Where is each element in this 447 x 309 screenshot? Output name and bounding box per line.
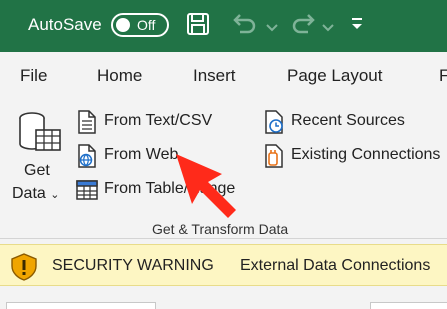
name-box[interactable] — [6, 302, 156, 309]
autosave-label: AutoSave — [28, 15, 102, 34]
toggle-knob — [116, 18, 130, 32]
get-data-label-line1: Get — [24, 162, 50, 179]
get-data-label-line2: Data ⌄ — [12, 185, 60, 202]
tab-insert[interactable]: Insert — [193, 66, 236, 86]
autosave-toggle[interactable]: Off — [111, 13, 169, 37]
security-warning-title: SECURITY WARNING — [52, 257, 214, 274]
redo-icon[interactable] — [290, 12, 318, 41]
security-warning-text: External Data Connections — [240, 257, 431, 274]
pointer-arrow-icon — [170, 150, 242, 227]
save-icon[interactable] — [186, 12, 210, 41]
redo-dropdown-icon[interactable] — [322, 20, 334, 38]
undo-icon[interactable] — [230, 12, 258, 41]
recent-sources-icon — [265, 110, 283, 134]
warning-shield-icon — [9, 252, 39, 287]
recent-sources-label: Recent Sources — [291, 112, 405, 129]
formula-input[interactable] — [370, 302, 447, 309]
tab-formulas-partial[interactable]: F — [439, 66, 447, 86]
database-icon — [16, 110, 64, 163]
table-icon — [76, 180, 98, 200]
tab-home[interactable]: Home — [97, 66, 142, 86]
text-file-icon — [78, 110, 96, 134]
tab-page-layout[interactable]: Page Layout — [287, 66, 382, 86]
undo-dropdown-icon[interactable] — [266, 20, 278, 38]
ribbon-bottom-divider — [0, 238, 447, 239]
existing-connections-icon — [265, 144, 283, 168]
formula-bar-area — [0, 286, 447, 309]
autosave-state: Off — [137, 17, 156, 33]
tab-file[interactable]: File — [20, 66, 47, 86]
from-web-label: From Web — [104, 146, 179, 163]
security-message-bar: SECURITY WARNING External Data Connectio… — [0, 244, 447, 286]
from-text-csv-label: From Text/CSV — [104, 112, 213, 129]
title-bar: AutoSave Off — [0, 0, 447, 52]
customize-toolbar-icon[interactable] — [350, 16, 364, 37]
chevron-down-icon: ⌄ — [50, 189, 60, 201]
web-page-icon — [78, 144, 96, 168]
existing-connections-label: Existing Connections — [291, 146, 441, 163]
